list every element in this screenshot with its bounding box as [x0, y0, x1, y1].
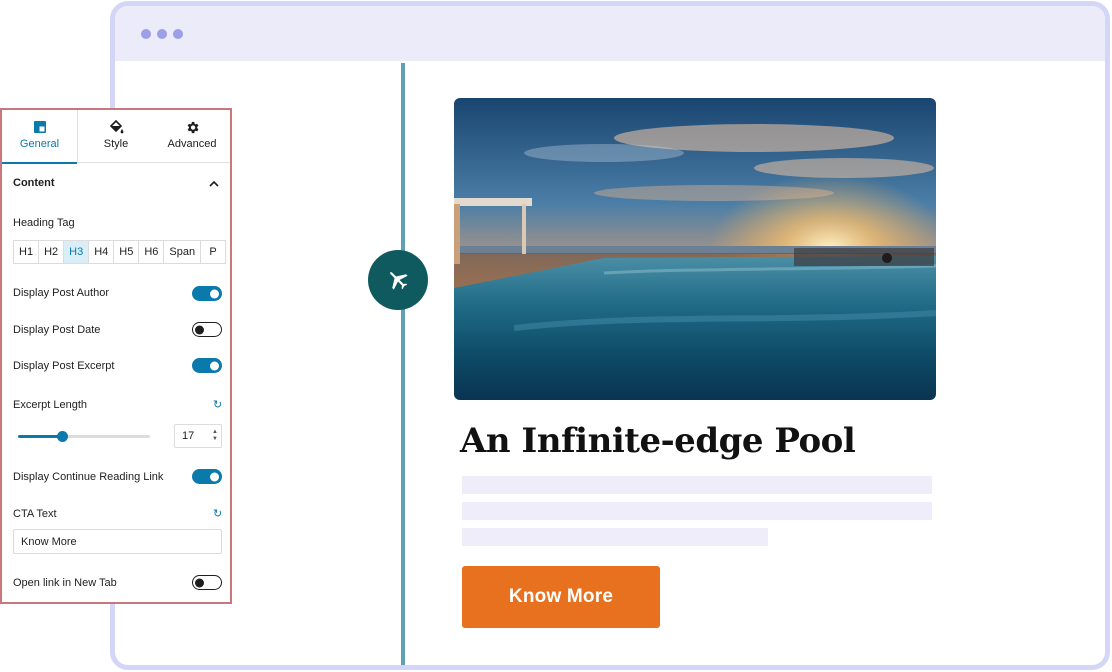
cta-button[interactable]: Know More: [462, 566, 660, 628]
excerpt-length-input[interactable]: 17 ▲ ▼: [174, 424, 222, 448]
tab-general-label: General: [19, 138, 60, 150]
display-post-excerpt-label: Display Post Excerpt: [13, 360, 115, 372]
post-title: An Infinite-edge Pool: [460, 421, 856, 461]
display-post-author-toggle[interactable]: [192, 286, 222, 301]
gear-icon: [185, 119, 200, 135]
tab-style[interactable]: Style: [78, 110, 154, 163]
excerpt-placeholder-line: [462, 502, 932, 520]
heading-tag-p[interactable]: P: [201, 241, 225, 263]
tab-general[interactable]: General: [2, 110, 78, 164]
pool-sunset-image: [454, 98, 936, 400]
tab-advanced[interactable]: Advanced: [154, 110, 230, 163]
display-post-author-label: Display Post Author: [13, 287, 109, 299]
cta-text-label: CTA Text: [13, 508, 57, 520]
slider-thumb[interactable]: [56, 431, 68, 442]
heading-tag-h5[interactable]: H5: [114, 241, 140, 263]
tab-style-label: Style: [103, 138, 129, 150]
excerpt-placeholder-line: [462, 476, 932, 494]
tab-advanced-label: Advanced: [167, 138, 217, 150]
timeline-line: [401, 63, 405, 665]
open-new-tab-toggle[interactable]: [192, 575, 222, 590]
section-title: Content: [13, 177, 55, 189]
excerpt-length-value: 17: [182, 430, 195, 442]
cta-text-value: Know More: [21, 535, 77, 548]
excerpt-length-label: Excerpt Length: [13, 399, 87, 411]
display-continue-reading-label: Display Continue Reading Link: [13, 471, 164, 483]
heading-tag-group: H1 H2 H3 H4 H5 H6 Span P: [13, 240, 227, 264]
panel-tabs: General Style Advanced: [2, 110, 230, 164]
airplane-icon: [390, 272, 408, 290]
heading-tag-h6[interactable]: H6: [139, 241, 165, 263]
display-post-excerpt-toggle[interactable]: [192, 358, 222, 373]
heading-tag-h3[interactable]: H3: [64, 241, 90, 263]
heading-tag-h1[interactable]: H1: [14, 241, 40, 263]
settings-panel: General Style Advanced Content Heading T…: [0, 108, 232, 604]
display-post-date-toggle[interactable]: [192, 322, 222, 337]
excerpt-length-slider[interactable]: [18, 431, 150, 442]
stepper-arrows-icon[interactable]: ▲ ▼: [212, 429, 218, 443]
content-section-header[interactable]: Content: [13, 177, 219, 189]
cta-text-input[interactable]: Know More: [13, 529, 222, 554]
heading-tag-span[interactable]: Span: [164, 241, 202, 263]
paint-bucket-icon: [108, 119, 124, 135]
reset-icon[interactable]: ↻: [213, 398, 222, 411]
window-dot-icon: [157, 29, 167, 39]
layout-icon: [33, 119, 47, 135]
post-featured-image: [454, 98, 936, 400]
display-post-date-label: Display Post Date: [13, 324, 101, 336]
timeline-badge: [368, 250, 428, 310]
chevron-up-icon: [209, 180, 219, 187]
heading-tag-label: Heading Tag: [13, 217, 75, 229]
open-new-tab-label: Open link in New Tab: [13, 577, 117, 589]
window-dot-icon: [141, 29, 151, 39]
window-dot-icon: [173, 29, 183, 39]
reset-icon[interactable]: ↻: [213, 507, 222, 520]
display-continue-reading-toggle[interactable]: [192, 469, 222, 484]
browser-window: An Infinite-edge Pool Know More: [110, 1, 1110, 670]
heading-tag-h2[interactable]: H2: [39, 241, 65, 263]
heading-tag-h4[interactable]: H4: [89, 241, 115, 263]
slider-fill: [18, 435, 62, 438]
excerpt-placeholder-line: [462, 528, 768, 546]
browser-title-bar: [115, 6, 1105, 61]
